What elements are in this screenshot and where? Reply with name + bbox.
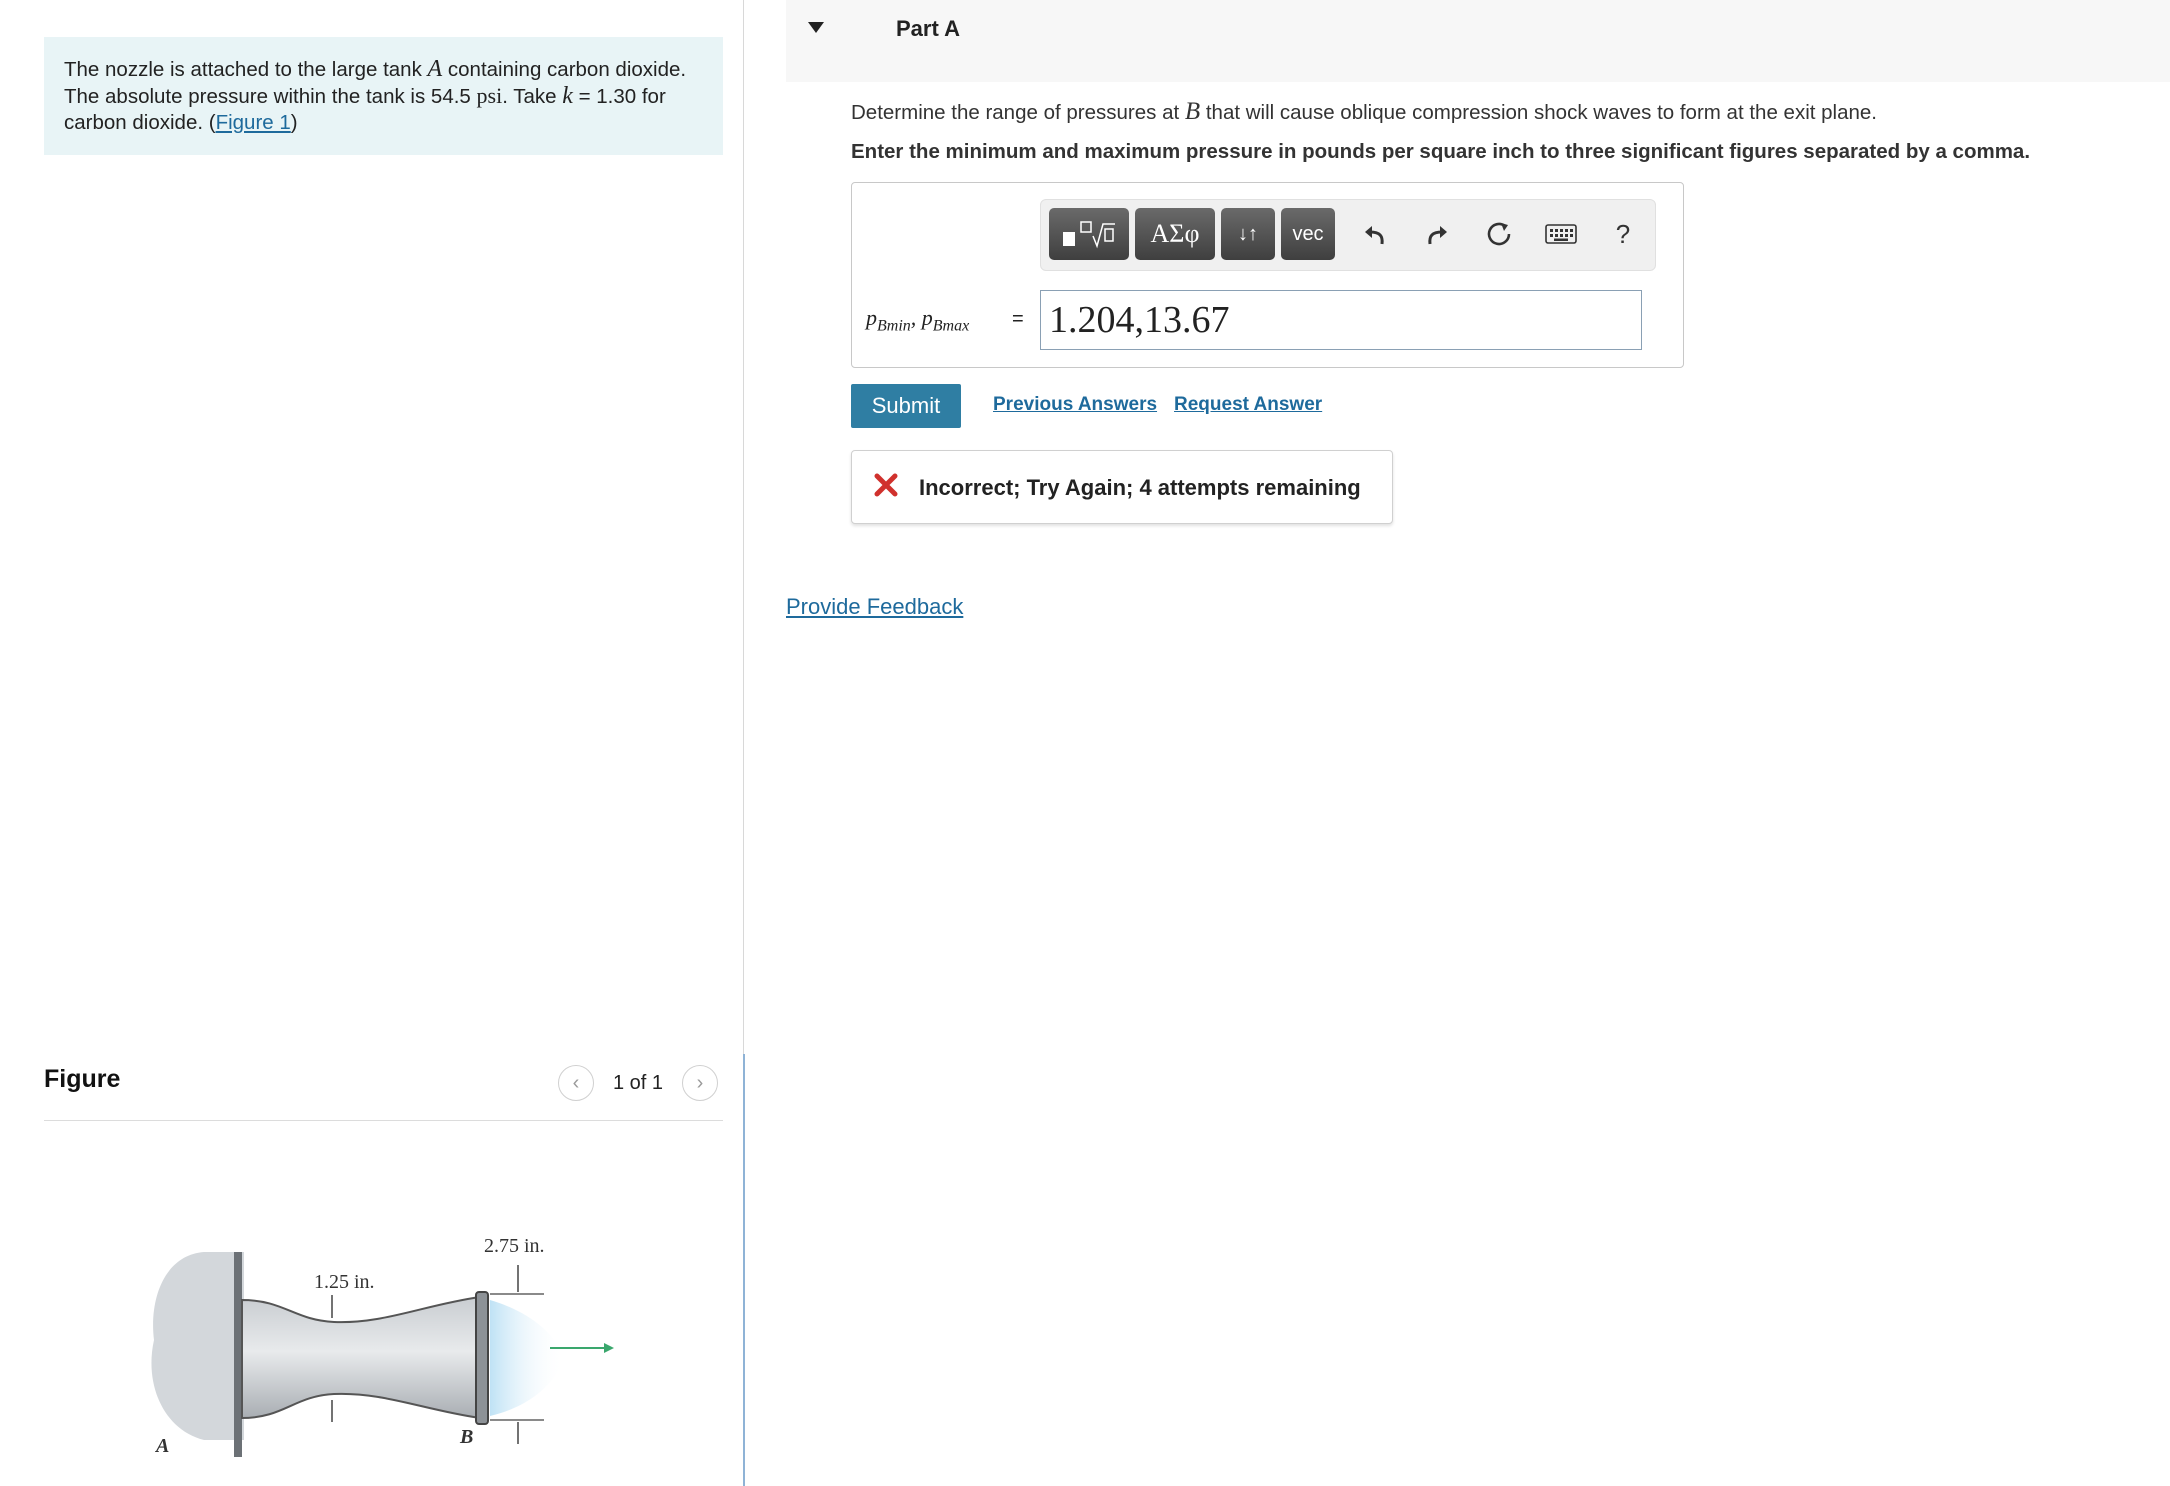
reset-button[interactable] — [1479, 214, 1519, 254]
templates-icon — [1063, 221, 1115, 249]
exit-dimension-label: 2.75 in. — [484, 1235, 545, 1257]
nozzle-figure: 1.25 in. 2.75 in. A B — [44, 1200, 723, 1480]
nozzle-diagram: 1.25 in. 2.75 in. A B — [151, 1235, 614, 1457]
question-text: Determine the range of pressures at B th… — [851, 98, 1877, 126]
psi-unit: psi — [476, 83, 503, 108]
tank-wall — [234, 1252, 242, 1457]
problem-text-5: ) — [290, 111, 298, 134]
answer-input[interactable] — [1040, 290, 1642, 350]
redo-button[interactable] — [1417, 214, 1457, 254]
caret-down-icon — [808, 22, 824, 33]
figure-heading: Figure — [44, 1065, 121, 1093]
answer-box: ΑΣφ ↓↑ vec ? pBmin, pBmax = 1.204,13.67 — [851, 182, 1684, 368]
keyboard-button[interactable] — [1541, 214, 1581, 254]
undo-button[interactable] — [1355, 214, 1395, 254]
exhaust-jet — [490, 1300, 564, 1416]
problem-statement: The nozzle is attached to the large tank… — [44, 37, 723, 155]
tank-variable: A — [427, 56, 443, 82]
help-icon: ? — [1615, 218, 1631, 249]
answer-label-p-min: p — [866, 305, 877, 330]
answer-label: pBmin, pBmax — [866, 305, 969, 335]
answer-label-sub-min: Bmin — [877, 317, 911, 335]
chevron-right-icon: › — [696, 1071, 704, 1094]
part-title: Part A — [896, 16, 960, 41]
vec-icon: vec — [1292, 222, 1324, 245]
figure-link[interactable]: Figure 1 — [216, 111, 291, 134]
next-figure-button[interactable]: › — [682, 1065, 718, 1101]
request-answer-link[interactable]: Request Answer — [1174, 394, 1322, 416]
help-button[interactable]: ? — [1603, 214, 1643, 254]
figure-pager: 1 of 1 — [613, 1072, 664, 1094]
flow-arrow-head — [604, 1343, 614, 1353]
right-pane: Part A Determine the range of pressures … — [744, 0, 2170, 1486]
answer-equals: = — [1012, 308, 1024, 330]
templates-button[interactable] — [1049, 208, 1129, 260]
question-text-2: that will cause oblique compression shoc… — [1200, 101, 1877, 124]
answer-label-sub-max: Bmax — [932, 317, 970, 335]
submit-button[interactable]: Submit — [851, 384, 961, 428]
greek-symbols-button[interactable]: ΑΣφ — [1135, 208, 1215, 260]
question-text-1: Determine the range of pressures at — [851, 101, 1185, 124]
problem-text-1: The nozzle is attached to the large tank — [64, 58, 428, 81]
undo-icon — [1365, 226, 1384, 245]
answer-label-separator: , — [910, 305, 922, 330]
previous-figure-button[interactable]: ‹ — [558, 1065, 594, 1101]
tank-shape — [151, 1252, 244, 1440]
part-header[interactable]: Part A — [786, 0, 2170, 82]
chevron-left-icon: ‹ — [572, 1071, 580, 1094]
feedback-message-box: Incorrect; Try Again; 4 attempts remaini… — [851, 450, 1393, 524]
instruction-text: Enter the minimum and maximum pressure i… — [851, 140, 2031, 163]
exit-label: B — [459, 1426, 473, 1448]
math-toolbar: ΑΣφ ↓↑ vec ? — [1040, 199, 1656, 271]
incorrect-x-icon — [874, 473, 898, 497]
previous-answers-link[interactable]: Previous Answers — [993, 394, 1157, 416]
nozzle-body — [241, 1295, 481, 1420]
subscript-icon: ↓↑ — [1238, 222, 1258, 245]
redo-icon — [1428, 226, 1447, 245]
provide-feedback-link[interactable]: Provide Feedback — [786, 594, 963, 620]
figure-header: Figure ‹ 1 of 1 › — [44, 1058, 723, 1121]
reset-icon — [1487, 222, 1511, 246]
tank-label: A — [154, 1435, 169, 1457]
greek-icon: ΑΣφ — [1150, 219, 1200, 248]
throat-dimension-label: 1.25 in. — [314, 1271, 375, 1293]
b-variable: B — [1184, 98, 1201, 125]
left-pane: The nozzle is attached to the large tank… — [0, 0, 743, 1486]
feedback-message: Incorrect; Try Again; 4 attempts remaini… — [919, 475, 1361, 500]
answer-label-p-max: p — [921, 305, 933, 330]
k-variable: k — [562, 83, 573, 109]
subscript-button[interactable]: ↓↑ — [1221, 208, 1275, 260]
vector-button[interactable]: vec — [1281, 208, 1335, 260]
problem-text-3: . Take — [502, 85, 563, 108]
exit-flange — [475, 1291, 489, 1425]
keyboard-icon — [1545, 224, 1577, 244]
